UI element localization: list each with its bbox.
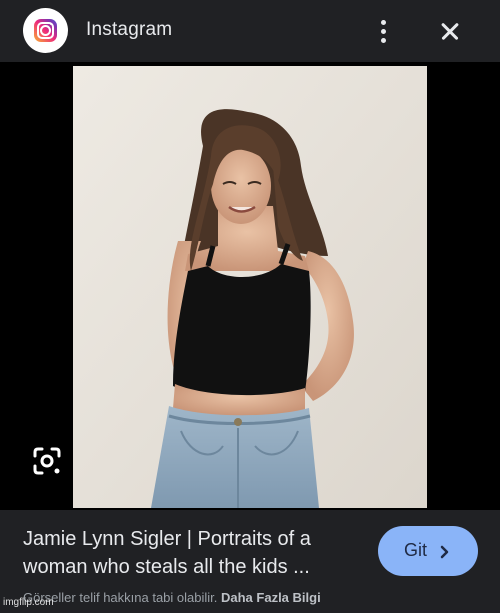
result-image[interactable] xyxy=(73,66,427,508)
top-app-bar: Instagram xyxy=(0,0,500,62)
more-options-button[interactable] xyxy=(366,12,400,50)
visit-button-label: Git xyxy=(404,540,428,560)
copyright-notice-line: Görseller telif hakkına tabi olabilir. D… xyxy=(23,590,321,605)
google-lens-icon xyxy=(33,447,61,475)
chevron-right-icon xyxy=(440,545,449,559)
watermark: imgflip.com xyxy=(3,597,54,608)
learn-more-link[interactable]: Daha Fazla Bilgi xyxy=(221,590,321,605)
instagram-icon xyxy=(23,8,68,53)
google-lens-button[interactable] xyxy=(24,442,70,482)
result-title[interactable]: Jamie Lynn Sigler | Portraits of a woman… xyxy=(23,525,368,581)
image-viewer-screen: Instagram Jamie Lynn Sigler | Portraits … xyxy=(0,0,500,613)
visit-button[interactable]: Git xyxy=(378,526,478,576)
source-site-title[interactable]: Instagram xyxy=(86,19,172,41)
close-button[interactable] xyxy=(428,12,470,50)
result-info-panel: Jamie Lynn Sigler | Portraits of a woman… xyxy=(0,510,500,613)
